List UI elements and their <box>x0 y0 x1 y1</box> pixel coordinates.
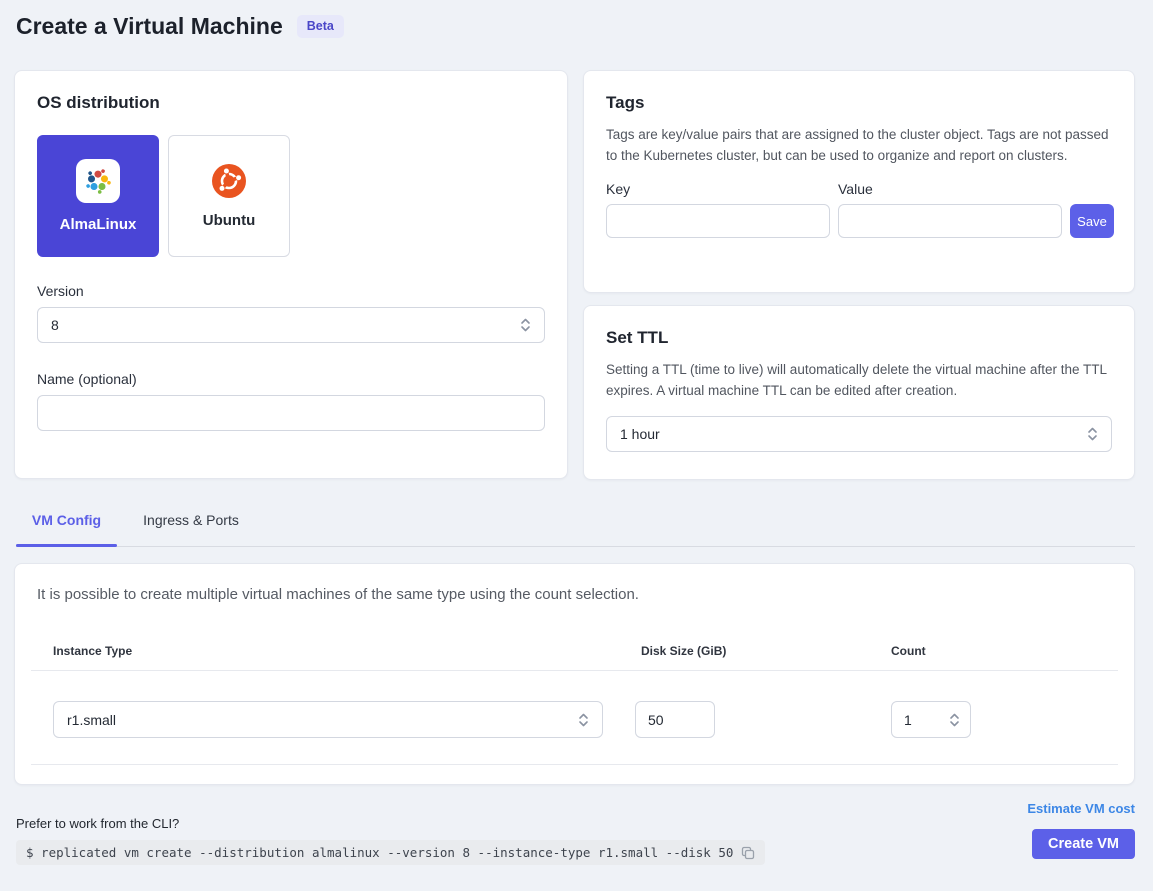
value-label: Value <box>838 181 1062 197</box>
page-header: Create a Virtual Machine Beta <box>16 13 344 40</box>
tabs-divider <box>16 546 1135 547</box>
column-header-instance-type: Instance Type <box>53 644 132 658</box>
cli-command-block: $ replicated vm create --distribution al… <box>16 840 765 865</box>
os-card-title: OS distribution <box>37 93 545 113</box>
os-tile-almalinux-label: AlmaLinux <box>60 216 137 233</box>
version-label: Version <box>37 283 545 299</box>
count-stepper[interactable]: 1 <box>891 701 971 738</box>
name-input[interactable] <box>37 395 545 431</box>
table-header-divider <box>31 670 1118 671</box>
tab-vm-config[interactable]: VM Config <box>16 512 117 528</box>
chevron-updown-icon <box>578 712 589 728</box>
tags-form: Key Value Save <box>606 181 1112 238</box>
create-vm-button[interactable]: Create VM <box>1032 829 1135 859</box>
ttl-card-title: Set TTL <box>606 328 1112 348</box>
os-tile-almalinux[interactable]: AlmaLinux <box>37 135 159 257</box>
ttl-select[interactable]: 1 hour <box>606 416 1112 452</box>
active-tab-underline <box>16 544 117 547</box>
os-distribution-card: OS distribution <box>14 70 568 479</box>
version-select-value: 8 <box>51 317 59 333</box>
set-ttl-card: Set TTL Setting a TTL (time to live) wil… <box>583 305 1135 480</box>
page-title: Create a Virtual Machine <box>16 13 283 40</box>
beta-badge: Beta <box>297 15 344 38</box>
value-input[interactable] <box>838 204 1062 238</box>
tags-card-description: Tags are key/value pairs that are assign… <box>606 125 1112 166</box>
table-row-divider <box>31 764 1118 765</box>
version-select[interactable]: 8 <box>37 307 545 343</box>
chevron-updown-icon <box>520 317 531 333</box>
key-input[interactable] <box>606 204 830 238</box>
vm-config-card: It is possible to create multiple virtua… <box>14 563 1135 785</box>
ttl-select-value: 1 hour <box>620 426 660 442</box>
name-label: Name (optional) <box>37 371 545 387</box>
tags-card-title: Tags <box>606 93 1112 113</box>
os-tile-ubuntu-label: Ubuntu <box>203 212 255 229</box>
ubuntu-icon <box>211 163 247 199</box>
count-value: 1 <box>904 712 912 728</box>
vm-config-hint: It is possible to create multiple virtua… <box>37 586 1112 603</box>
copy-icon[interactable] <box>741 846 755 860</box>
cli-label: Prefer to work from the CLI? <box>16 816 179 831</box>
instance-type-select[interactable]: r1.small <box>53 701 603 738</box>
os-tile-ubuntu[interactable]: Ubuntu <box>168 135 290 257</box>
key-label: Key <box>606 181 830 197</box>
tags-card: Tags Tags are key/value pairs that are a… <box>583 70 1135 293</box>
disk-size-input[interactable] <box>635 701 715 738</box>
chevron-updown-icon <box>949 712 960 728</box>
instance-type-select-value: r1.small <box>67 712 116 728</box>
almalinux-icon <box>76 159 120 203</box>
column-header-disk-size: Disk Size (GiB) <box>641 644 726 658</box>
tab-ingress-ports[interactable]: Ingress & Ports <box>130 512 252 528</box>
save-button[interactable]: Save <box>1070 204 1114 238</box>
column-header-count: Count <box>891 644 926 658</box>
cli-command-text: $ replicated vm create --distribution al… <box>26 845 733 860</box>
estimate-vm-cost-link[interactable]: Estimate VM cost <box>1027 801 1135 816</box>
os-tile-list: AlmaLinux <box>37 135 545 257</box>
ttl-card-description: Setting a TTL (time to live) will automa… <box>606 360 1112 401</box>
chevron-updown-icon <box>1087 426 1098 442</box>
